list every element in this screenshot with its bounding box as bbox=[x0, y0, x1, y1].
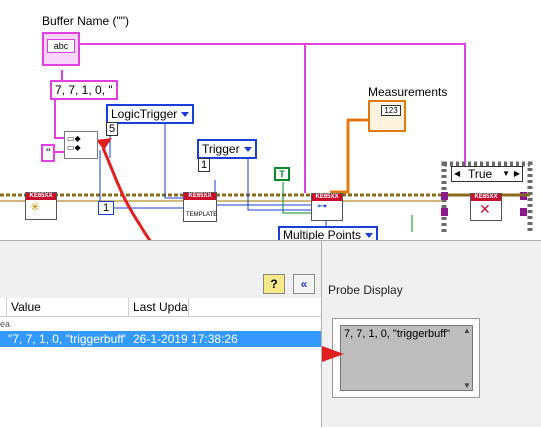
template-text: TEMPLATE bbox=[186, 212, 218, 218]
measurements-label: Measurements bbox=[368, 85, 448, 99]
probe-value-indicator[interactable]: 7, 7, 1, 0, "triggerbuff" ▲ ▼ bbox=[340, 325, 473, 391]
probe-table: Value Last Update ea "7, 7, 1, 0, "trigg… bbox=[0, 298, 321, 428]
collapse-button[interactable]: « bbox=[293, 274, 315, 294]
probe-toolbar: ? « bbox=[0, 241, 321, 298]
multiple-points-ring[interactable]: Multiple Points bbox=[278, 226, 379, 240]
glasses-icon: ⊶ bbox=[317, 201, 327, 212]
concatenate-icon: ▭◆ ▭◆ bbox=[67, 134, 81, 152]
probe-value-text: 7, 7, 1, 0, "triggerbuff" bbox=[344, 328, 451, 340]
probe-list-pane: ? « Value Last Update ea "7, 7, 1, 0, "t… bbox=[0, 240, 321, 428]
dropdown-arrow-icon bbox=[181, 112, 190, 118]
block-diagram[interactable]: Buffer Name ("") abc 7, 7, 1, 0, " " ▭◆ ▭… bbox=[0, 0, 541, 240]
clipped-column-text: ea bbox=[0, 319, 11, 329]
multiple-points-label: Multiple Points bbox=[283, 228, 362, 240]
row-value: "7, 7, 1, 0, "triggerbuff" bbox=[8, 332, 126, 346]
concatenate-function[interactable]: ▭◆ ▭◆ bbox=[64, 131, 98, 159]
buffer-name-label: Buffer Name ("") bbox=[42, 14, 129, 28]
column-separator[interactable] bbox=[188, 298, 189, 317]
column-separator[interactable] bbox=[128, 298, 129, 317]
measurements-indicator[interactable]: 123 bbox=[368, 100, 406, 132]
string-terminal-glyph: abc bbox=[47, 39, 75, 53]
measure-vi[interactable]: KE65XX ⊶ bbox=[311, 193, 343, 221]
scroll-down-icon[interactable]: ▼ bbox=[462, 381, 472, 390]
vi-header: KE65XX bbox=[312, 194, 342, 201]
probe-scrollbar[interactable]: ▲ ▼ bbox=[462, 326, 472, 390]
true-constant[interactable]: T bbox=[274, 167, 290, 181]
trigger-label: Trigger bbox=[202, 142, 240, 156]
case-increment-icon[interactable]: ▶ bbox=[514, 167, 520, 181]
star-icon: ✳ bbox=[30, 200, 41, 214]
dropdown-arrow-icon bbox=[365, 233, 374, 239]
numeric-indicator-glyph: 123 bbox=[381, 105, 401, 116]
table-row[interactable]: "7, 7, 1, 0, "triggerbuff" 26-1-2019 17:… bbox=[0, 331, 321, 347]
diagram-wires bbox=[0, 43, 541, 240]
quote-constant[interactable]: " bbox=[41, 144, 56, 162]
init-vi[interactable]: KE65XX ✳ bbox=[25, 192, 57, 220]
logic-trigger-label: LogicTrigger bbox=[111, 107, 178, 121]
index-constant[interactable]: 1 bbox=[98, 201, 115, 215]
case-decrement-icon[interactable]: ◀ bbox=[454, 167, 460, 181]
column-separator[interactable] bbox=[6, 298, 7, 317]
trigger-ring[interactable]: Trigger bbox=[197, 139, 257, 159]
vi-header: KE65XX bbox=[26, 193, 56, 200]
trigger-value: 1 bbox=[198, 158, 211, 172]
logic-trigger-ring[interactable]: LogicTrigger bbox=[106, 104, 195, 124]
close-x-icon: ✕ bbox=[479, 201, 491, 217]
probe-display-title: Probe Display bbox=[328, 283, 403, 297]
help-button[interactable]: ? bbox=[263, 274, 285, 294]
dropdown-arrow-icon bbox=[243, 147, 252, 153]
case-selector[interactable]: ◀ True ▼ ▶ bbox=[451, 166, 523, 182]
case-selector-label: True bbox=[468, 167, 493, 181]
string-constant[interactable]: 7, 7, 1, 0, " bbox=[50, 80, 118, 100]
scroll-up-icon[interactable]: ▲ bbox=[462, 326, 472, 335]
vi-header: KE65XX bbox=[471, 194, 501, 201]
template-vi[interactable]: KE65XX TEMPLATE bbox=[183, 192, 217, 222]
annotation-arrowhead bbox=[322, 346, 344, 362]
probe-display-frame: 7, 7, 1, 0, "triggerbuff" ▲ ▼ bbox=[332, 318, 480, 398]
vi-header: KE65XX bbox=[184, 193, 216, 200]
probe-table-header: Value Last Update bbox=[0, 298, 321, 317]
case-dropdown-icon[interactable]: ▼ bbox=[502, 167, 510, 181]
close-vi[interactable]: KE65XX ✕ bbox=[470, 193, 502, 221]
buffer-name-terminal[interactable]: abc bbox=[42, 32, 80, 66]
logic-trigger-value: 5 bbox=[106, 122, 119, 136]
column-header-value[interactable]: Value bbox=[11, 300, 41, 314]
column-header-last-update[interactable]: Last Update bbox=[133, 300, 188, 314]
row-last-update: 26-1-2019 17:38:26 bbox=[133, 332, 238, 346]
probe-display-pane: Probe Display 7, 7, 1, 0, "triggerbuff" … bbox=[321, 240, 541, 427]
